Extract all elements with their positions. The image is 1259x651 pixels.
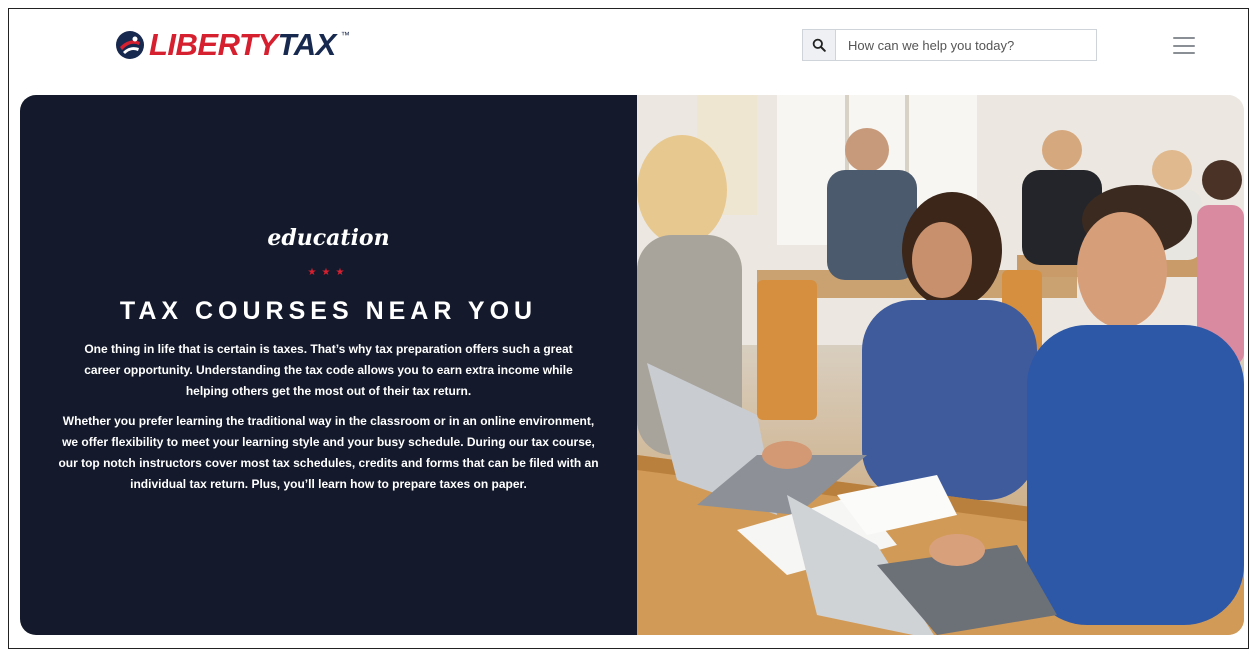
details-paragraph: Whether you prefer learning the traditio… [58,414,599,491]
page-frame: LIBERTYTAX ™ education ★★★ TAX COURSES N… [8,8,1249,649]
menu-bar [1173,44,1195,47]
search-button[interactable] [803,30,836,60]
logo-word-tax: TAX [277,27,337,62]
stars-divider-icon: ★★★ [307,267,350,278]
intro-paragraph: One thing in life that is certain is tax… [84,342,573,398]
hamburger-menu-icon[interactable] [1173,37,1195,54]
menu-bar [1173,37,1195,39]
logo-word-liberty: LIBERTY [149,27,278,62]
classroom-photo [637,95,1244,635]
lady-liberty-logo-icon [116,31,144,59]
section-eyebrow: education [267,225,390,251]
page-title: TAX COURSES NEAR YOU [119,297,538,325]
search-input[interactable] [836,30,1096,60]
hero-text-panel: education ★★★ TAX COURSES NEAR YOU One t… [20,95,637,635]
logo-wordmark: LIBERTYTAX [149,27,337,62]
liberty-tax-logo[interactable]: LIBERTYTAX ™ [115,27,350,62]
menu-bar [1173,52,1195,54]
search-icon [812,38,826,52]
logo-trademark: ™ [340,30,350,40]
classroom-illustration [637,95,1244,635]
hero-section: education ★★★ TAX COURSES NEAR YOU One t… [20,95,1244,635]
search-bar [802,29,1097,61]
